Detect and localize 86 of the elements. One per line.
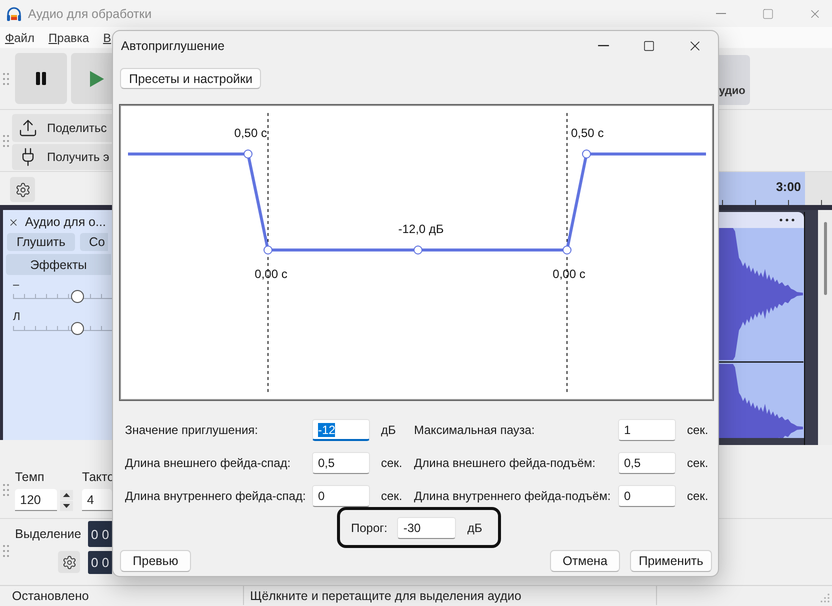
grip-icon[interactable] — [3, 134, 9, 148]
more-icon[interactable] — [779, 218, 795, 222]
unit-label: сек. — [686, 456, 710, 470]
unit-label: сек. — [686, 489, 710, 503]
menu-item[interactable]: Файл — [5, 30, 35, 44]
time-label: 3:00 — [776, 180, 801, 194]
unit-label: дБ — [466, 520, 482, 534]
control-point[interactable] — [582, 150, 591, 158]
headphones-icon — [6, 6, 22, 22]
maximize-icon — [762, 8, 774, 20]
settings-icon — [62, 554, 76, 570]
unit-label: дБ — [380, 423, 397, 437]
status-text: Щёлкните и перетащите для выделения аудио — [250, 588, 522, 602]
slider-thumb[interactable] — [70, 322, 84, 335]
time-display[interactable]: 0 0 — [88, 551, 112, 574]
input-field[interactable]: -30 — [397, 516, 456, 538]
field-label: Длина внутреннего фейда-подъём: — [414, 489, 612, 503]
status-text: Остановлено — [12, 588, 89, 602]
dialog-button[interactable]: Применить — [630, 550, 712, 572]
field-label: Длина внутреннего фейда-спад: — [125, 489, 307, 503]
field-label: Длина внешнего фейда-спад: — [125, 456, 292, 470]
toolbar-button[interactable]: удио — [719, 55, 750, 105]
slider-label: – — [13, 279, 20, 292]
field-label: Выделение — [15, 527, 82, 542]
field-label: Порог: — [351, 520, 388, 534]
control-point[interactable] — [264, 246, 272, 254]
presets-button[interactable]: Пресеты и настройки — [120, 68, 262, 89]
slider-thumb[interactable] — [70, 290, 84, 303]
field-label: Темп — [15, 470, 44, 485]
caret-up-icon — [63, 492, 70, 496]
dialog-button[interactable]: Отмена — [550, 550, 620, 572]
toolbar-button[interactable]: Получить э — [12, 144, 112, 170]
pause-icon — [36, 72, 46, 85]
field-label: Максимальная пауза: — [414, 423, 536, 437]
upload-icon — [18, 118, 38, 138]
play-icon — [90, 70, 104, 86]
pause-button[interactable] — [15, 53, 67, 104]
time-label: 0,00 с — [552, 267, 586, 281]
minimize-icon — [716, 13, 726, 14]
input-field[interactable]: -12 — [312, 419, 370, 441]
close-icon — [8, 216, 18, 228]
field-label: Длина внешнего фейда-подъём: — [414, 456, 597, 470]
control-point[interactable] — [244, 150, 252, 158]
input-field[interactable]: 0 — [312, 485, 370, 507]
scrollbar[interactable] — [818, 210, 832, 445]
window-title: Аудио для обработки — [28, 6, 153, 20]
maximize-icon — [643, 40, 655, 52]
time-label: 0,50 с — [571, 126, 604, 140]
spin-up-button[interactable] — [60, 490, 73, 500]
grip-icon[interactable] — [3, 72, 9, 86]
track-button[interactable]: Глушить — [7, 233, 75, 251]
settings-button[interactable] — [58, 551, 80, 573]
resize-grip-icon[interactable] — [820, 593, 830, 603]
slider-label: Л — [13, 311, 20, 324]
unit-label: сек. — [380, 489, 404, 503]
unit-label: сек. — [380, 456, 404, 470]
preview-button[interactable]: Превью — [120, 550, 191, 572]
gain-label: -12,0 дБ — [398, 222, 444, 236]
track-button[interactable]: Со — [80, 233, 108, 251]
time-label: 0,00 с — [254, 267, 288, 281]
input-field[interactable]: 0,5 — [312, 452, 370, 474]
unit-label: сек. — [686, 423, 710, 437]
menu-item[interactable]: Правка — [48, 30, 90, 44]
input-field[interactable]: 1 — [618, 419, 676, 441]
toolbar-button[interactable]: Поделитьс — [12, 114, 112, 142]
control-point[interactable] — [562, 246, 572, 254]
caret-down-icon — [63, 504, 70, 508]
input-field[interactable]: 0 — [618, 485, 676, 507]
input-field[interactable]: 4 — [82, 489, 112, 511]
minimize-icon — [598, 45, 608, 47]
track-name: Аудио для о... — [25, 215, 106, 229]
grip-icon[interactable] — [3, 544, 9, 558]
time-label: 0,50 с — [234, 126, 267, 140]
settings-button[interactable] — [10, 177, 35, 202]
grip-icon[interactable] — [3, 483, 9, 497]
time-display[interactable]: 0 0 — [88, 521, 112, 547]
spin-down-button[interactable] — [60, 500, 73, 510]
field-label: Значение приглушения: — [125, 423, 260, 437]
effects-button[interactable]: Эффекты — [6, 254, 111, 275]
scrollbar-thumb[interactable] — [824, 222, 826, 295]
input-field[interactable]: 0,5 — [618, 452, 676, 474]
control-point[interactable] — [414, 246, 422, 254]
input-field[interactable]: 120 — [15, 489, 57, 511]
dialog-title: Автоприглушение — [121, 39, 226, 53]
settings-icon — [14, 182, 30, 198]
menu-item[interactable]: В — [103, 30, 112, 44]
